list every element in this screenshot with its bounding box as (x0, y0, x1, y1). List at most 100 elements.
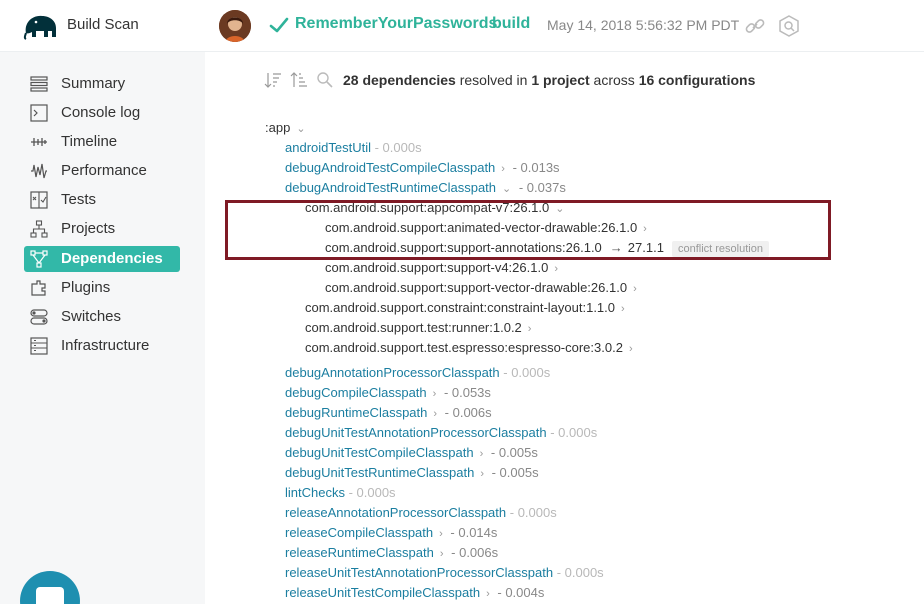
brand-title[interactable]: Build Scan (67, 16, 139, 33)
sidebar-item-switches[interactable]: Switches (24, 304, 180, 330)
project-name[interactable]: RememberYourPasswords (295, 15, 497, 33)
chevron-right-icon[interactable]: › (528, 320, 532, 338)
tree-row[interactable]: debugAndroidTestRuntimeClasspath ⌄ - 0.03… (285, 179, 566, 197)
tree-row[interactable]: com.android.support.test:runner:1.0.2 › (305, 319, 535, 337)
chevron-down-icon[interactable]: ⌄ (502, 180, 511, 198)
dependency-count: 28 dependencies (343, 72, 456, 88)
resolution-time: - 0.000s (546, 425, 598, 440)
configuration-name[interactable]: debugUnitTestAnnotationProcessorClasspat… (285, 425, 547, 440)
sidebar-item-label: Tests (61, 191, 97, 208)
plugins-icon (31, 280, 46, 296)
chevron-right-icon[interactable]: › (480, 465, 484, 483)
build-timestamp: May 14, 2018 5:56:32 PM PDT (547, 17, 740, 33)
configuration-name[interactable]: debugAnnotationProcessorClasspath (285, 365, 500, 380)
tree-row[interactable]: com.android.support.constraint:constrain… (305, 299, 629, 317)
sidebar-item-plugins[interactable]: Plugins (24, 275, 180, 301)
configuration-name[interactable]: releaseAnnotationProcessorClasspath (285, 505, 506, 520)
resolution-time: - 0.000s (499, 365, 551, 380)
dependencies-summary: 28 dependencies resolved in 1 project ac… (343, 72, 755, 88)
chevron-right-icon[interactable]: › (501, 160, 505, 178)
sidebar-item-timeline[interactable]: Timeline (24, 129, 180, 155)
tree-row[interactable]: debugRuntimeClasspath › - 0.006s (285, 404, 492, 422)
sidebar-item-label: Timeline (61, 133, 118, 150)
tree-row[interactable]: debugUnitTestRuntimeClasspath › - 0.005s (285, 464, 539, 482)
dependency-name[interactable]: com.android.support:support-vector-drawa… (325, 280, 627, 295)
configuration-name[interactable]: androidTestUtil (285, 140, 371, 155)
tree-row[interactable]: debugAnnotationProcessorClasspath - 0.00… (285, 364, 550, 382)
sidebar-item-label: Infrastructure (61, 337, 150, 354)
tree-row[interactable]: debugCompileClasspath › - 0.053s (285, 384, 491, 402)
sidebar-item-label: Console log (61, 104, 141, 121)
configuration-name[interactable]: debugRuntimeClasspath (285, 405, 427, 420)
sidebar-item-console-log[interactable]: Console log (24, 100, 180, 126)
configuration-name[interactable]: debugUnitTestCompileClasspath (285, 445, 474, 460)
tree-row[interactable]: debugUnitTestAnnotationProcessorClasspat… (285, 424, 597, 442)
configuration-name[interactable]: lintChecks (285, 485, 345, 500)
switches-icon (30, 309, 48, 325)
chevron-right-icon[interactable]: › (433, 405, 437, 423)
sort-ascending-icon[interactable] (290, 71, 308, 89)
gradle-elephant-icon[interactable] (22, 11, 60, 41)
sort-descending-icon[interactable] (264, 71, 282, 89)
chevron-right-icon[interactable]: › (433, 385, 437, 403)
tree-row[interactable]: releaseAnnotationProcessorClasspath - 0.… (285, 504, 557, 522)
avatar[interactable] (219, 10, 251, 42)
configuration-name[interactable]: debugUnitTestRuntimeClasspath (285, 465, 474, 480)
configuration-name[interactable]: releaseUnitTestAnnotationProcessorClassp… (285, 565, 553, 580)
chevron-right-icon[interactable]: › (439, 525, 443, 543)
search-icon[interactable] (777, 14, 801, 38)
dependency-name[interactable]: com.android.support.test:runner:1.0.2 (305, 320, 522, 335)
link-icon[interactable] (743, 14, 767, 38)
configuration-name[interactable]: debugCompileClasspath (285, 385, 427, 400)
chevron-right-icon[interactable]: › (629, 340, 633, 358)
tree-row[interactable]: lintChecks - 0.000s (285, 484, 396, 502)
configuration-name[interactable]: releaseCompileClasspath (285, 525, 433, 540)
highlight-annotation (225, 200, 831, 260)
filter-search-icon[interactable] (316, 71, 334, 89)
dependency-name[interactable]: com.android.support.constraint:constrain… (305, 300, 615, 315)
sidebar-item-summary[interactable]: Summary (24, 71, 180, 97)
resolution-time: - 0.000s (553, 565, 604, 580)
tree-row[interactable]: com.android.support.test.espresso:espres… (305, 339, 637, 357)
chevron-down-icon[interactable]: ⌄ (296, 120, 305, 138)
tree-row[interactable]: releaseRuntimeClasspath › - 0.006s (285, 544, 498, 562)
sidebar-item-dependencies[interactable]: Dependencies (24, 246, 180, 272)
tree-row[interactable]: com.android.support:support-v4:26.1.0 › (325, 259, 562, 277)
configuration-name[interactable]: debugAndroidTestRuntimeClasspath (285, 180, 496, 195)
configuration-name[interactable]: releaseRuntimeClasspath (285, 545, 434, 560)
sidebar-item-performance[interactable]: Performance (24, 158, 180, 184)
console-icon (30, 104, 48, 122)
dependency-name[interactable]: com.android.support:support-v4:26.1.0 (325, 260, 548, 275)
dependency-name[interactable]: com.android.support.test.espresso:espres… (305, 340, 623, 355)
tree-row[interactable]: releaseUnitTestAnnotationProcessorClassp… (285, 564, 604, 582)
sidebar-item-label: Switches (61, 308, 122, 325)
sidebar-item-label: Dependencies (61, 250, 163, 267)
tree-row[interactable]: releaseCompileClasspath › - 0.014s (285, 524, 497, 542)
configuration-count: 16 configurations (638, 72, 756, 88)
sidebar-item-label: Projects (61, 220, 116, 237)
configuration-name[interactable]: releaseUnitTestCompileClasspath (285, 585, 480, 600)
resolution-time: - 0.000s (506, 505, 557, 520)
tree-root[interactable]: :app ⌄ (265, 119, 310, 137)
chevron-right-icon[interactable]: › (633, 280, 637, 298)
chevron-right-icon[interactable]: › (480, 445, 484, 463)
chevron-right-icon[interactable]: › (621, 300, 625, 318)
sidebar-item-projects[interactable]: Projects (24, 216, 180, 242)
chevron-right-icon[interactable]: › (554, 260, 558, 278)
chevron-right-icon[interactable]: › (486, 585, 490, 603)
tree-row[interactable]: androidTestUtil - 0.000s (285, 139, 422, 157)
configuration-name[interactable]: debugAndroidTestCompileClasspath (285, 160, 495, 175)
root-project[interactable]: :app (265, 120, 290, 135)
sidebar-item-tests[interactable]: Tests (24, 187, 180, 213)
resolution-time: - 0.000s (344, 485, 396, 500)
resolution-time: - 0.005s (487, 445, 538, 460)
summary-text: across (589, 72, 639, 88)
sidebar-item-infrastructure[interactable]: Infrastructure (24, 333, 180, 359)
tree-row[interactable]: com.android.support:support-vector-drawa… (325, 279, 641, 297)
chevron-right-icon[interactable]: › (440, 545, 444, 563)
tree-row[interactable]: debugAndroidTestCompileClasspath › - 0.01… (285, 159, 560, 177)
tree-row[interactable]: releaseUnitTestCompileClasspath › - 0.004… (285, 584, 544, 602)
resolution-time: - 0.006s (441, 405, 492, 420)
task-name[interactable]: build (492, 15, 530, 33)
tree-row[interactable]: debugUnitTestCompileClasspath › - 0.005s (285, 444, 538, 462)
